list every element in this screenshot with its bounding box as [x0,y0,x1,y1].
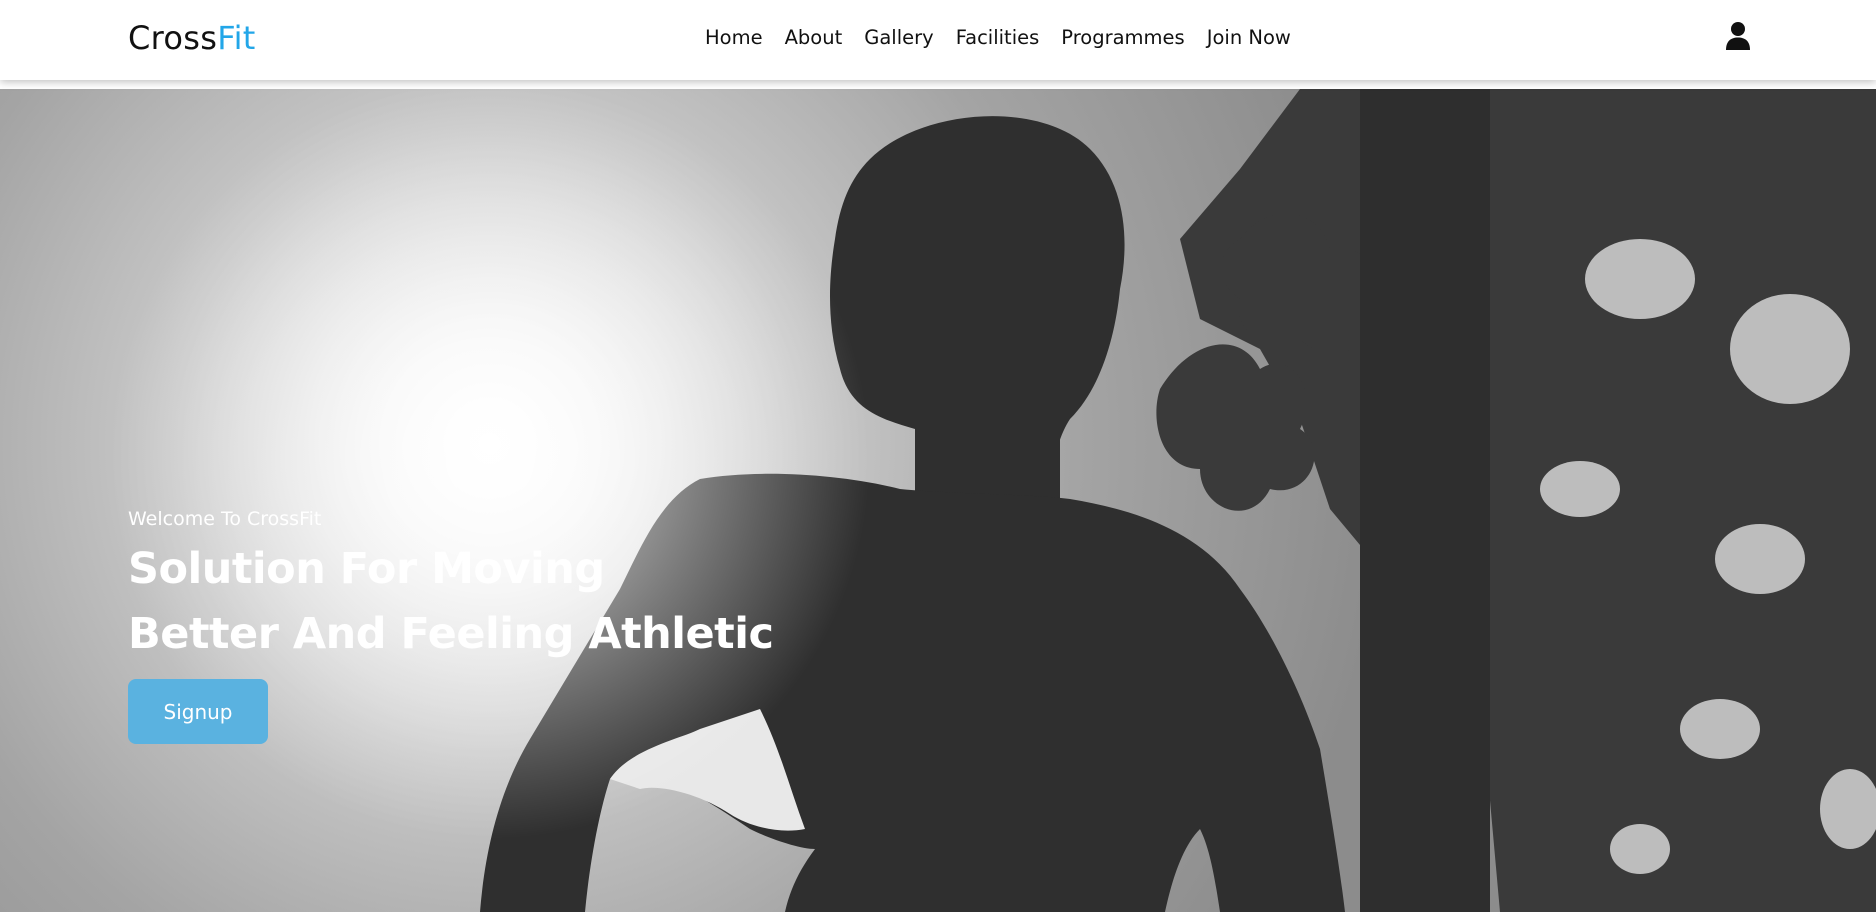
hero-headline-line-2: Better And Feeling Athletic [128,609,774,659]
navbar: CrossFit Home About Gallery Facilities P… [0,0,1876,80]
nav-item-programmes: Programmes [1061,24,1184,52]
page: CrossFit Home About Gallery Facilities P… [0,0,1876,912]
hero-background-image [0,89,1876,912]
nav-link-home[interactable]: Home [705,26,763,49]
nav-link-programmes[interactable]: Programmes [1061,26,1184,49]
hero-section: Welcome To CrossFit Solution For Moving … [0,89,1876,912]
nav-item-gallery: Gallery [864,24,933,52]
brand-accent: Fit [217,19,256,57]
hero-headline-line-1: Solution For Moving [128,544,605,594]
nav-link-join-now[interactable]: Join Now [1207,26,1291,49]
nav-item-join-now: Join Now [1207,24,1291,52]
main-nav: Home About Gallery Facilities Programmes… [705,24,1291,52]
hero-content: Welcome To CrossFit Solution For Moving … [128,507,888,744]
hero-welcome-text: Welcome To CrossFit [128,508,322,530]
nav-link-gallery[interactable]: Gallery [864,26,933,49]
signup-button[interactable]: Signup [128,679,268,744]
nav-item-home: Home [705,24,763,52]
nav-item-facilities: Facilities [956,24,1040,52]
user-account-button[interactable] [1724,21,1752,51]
nav-link-about[interactable]: About [785,26,843,49]
brand-prefix: Cross [128,19,218,57]
user-icon [1726,22,1750,50]
header-gap [0,80,1876,89]
nav-link-facilities[interactable]: Facilities [956,26,1040,49]
hero-headline: Solution For Moving Better And Feeling A… [128,537,888,667]
nav-item-about: About [785,24,843,52]
brand-logo[interactable]: CrossFit [128,18,256,58]
